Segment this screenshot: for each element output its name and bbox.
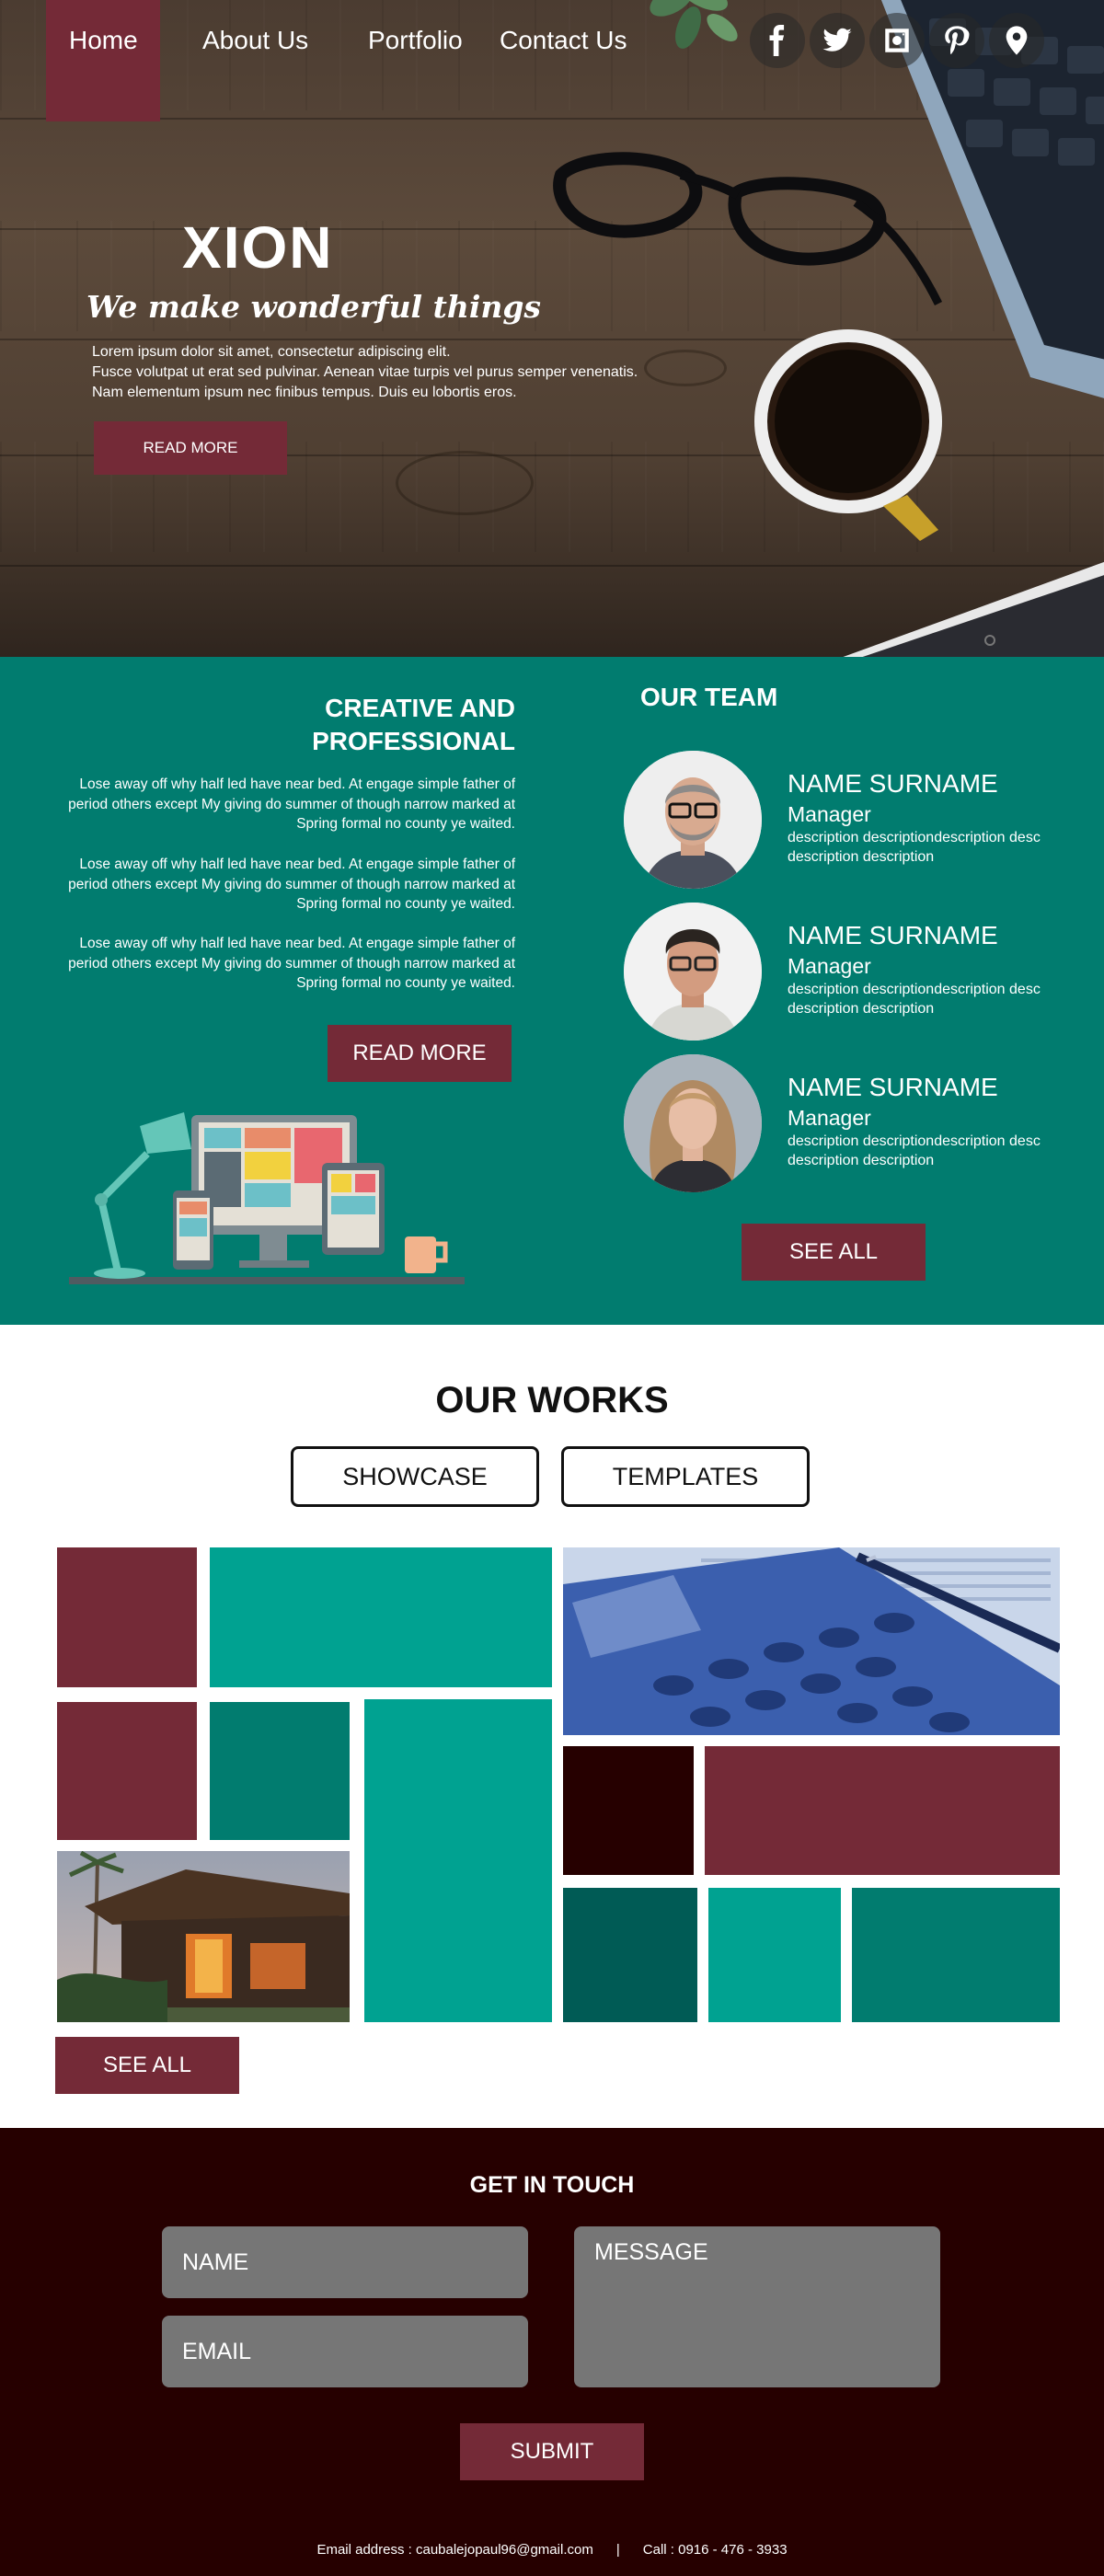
contact-separator: | (615, 2542, 620, 2558)
work-tile-resort-image[interactable] (57, 1851, 350, 2022)
work-tile[interactable] (563, 1888, 697, 2022)
email-link[interactable]: Email address : caubalejopaul96@gmail.co… (316, 2542, 592, 2558)
work-tile[interactable] (852, 1888, 1060, 2022)
hero-text-line: Nam elementum ipsum nec finibus tempus. … (92, 385, 517, 400)
work-tile[interactable] (705, 1746, 1060, 1875)
facebook-button[interactable] (750, 13, 805, 68)
contact-info: Email address : caubalejopaul96@gmail.co… (0, 2542, 1104, 2558)
message-field[interactable] (574, 2226, 940, 2387)
team-see-all-button[interactable]: SEE ALL (742, 1224, 926, 1281)
works-see-all-button[interactable]: SEE ALL (55, 2037, 239, 2094)
member-description: description descriptiondescription desc … (788, 1133, 1041, 1168)
tablet-image (843, 561, 1104, 657)
instagram-icon (885, 29, 909, 52)
person-photo (624, 1054, 762, 1192)
phone-link[interactable]: Call : 0916 - 476 - 3933 (643, 2542, 788, 2558)
name-field[interactable] (162, 2226, 528, 2298)
about-paragraph: Lose away off why half led have near bed… (68, 776, 515, 832)
work-tile[interactable] (210, 1547, 552, 1687)
person-photo (624, 903, 762, 1041)
work-tile[interactable] (57, 1702, 197, 1840)
about-paragraph: Lose away off why half led have near bed… (68, 936, 515, 991)
avatar (624, 1054, 762, 1192)
hero-text-line: Lorem ipsum dolor sit amet, consectetur … (92, 344, 451, 360)
work-tile[interactable] (708, 1888, 841, 2022)
team-title: OUR TEAM (640, 683, 778, 711)
member-name: NAME SURNAME (788, 921, 998, 949)
hero-section: Home About Us Portfolio Contact Us XION … (0, 0, 1104, 657)
resort-photo (57, 1851, 350, 2022)
hero-text-line: Fusce volutpat ut erat sed pulvinar. Aen… (92, 364, 638, 380)
member-role: Manager (788, 954, 871, 978)
wood-knot (396, 451, 534, 515)
person-photo (624, 751, 762, 889)
team-member-card: NAME SURNAME Manager description descrip… (624, 903, 1102, 1041)
facebook-icon (769, 25, 785, 56)
submit-button[interactable]: SUBMIT (460, 2423, 644, 2480)
contact-section: GET IN TOUCH SUBMIT Email address : caub… (0, 2128, 1104, 2576)
work-tile[interactable] (364, 1699, 552, 2022)
nav-home[interactable]: Home (69, 26, 138, 55)
instagram-button[interactable] (869, 13, 925, 68)
member-role: Manager (788, 1106, 871, 1130)
member-role: Manager (788, 802, 871, 826)
contact-title: GET IN TOUCH (469, 2172, 635, 2198)
nav-home-active-bg (46, 0, 160, 121)
about-read-more-button[interactable]: READ MORE (328, 1025, 512, 1082)
about-team-section: CREATIVE AND PROFESSIONAL Lose away off … (0, 657, 1104, 1325)
member-name: NAME SURNAME (788, 1073, 998, 1101)
filter-showcase-button[interactable]: SHOWCASE (291, 1446, 539, 1507)
filter-templates-button[interactable]: TEMPLATES (561, 1446, 810, 1507)
work-tile[interactable] (563, 1746, 694, 1875)
nav-portfolio[interactable]: Portfolio (368, 26, 463, 55)
team-member-card: NAME SURNAME Manager description descrip… (624, 1054, 1102, 1192)
hero-title: XION (182, 214, 334, 281)
team-member-card: NAME SURNAME Manager description descrip… (624, 751, 1102, 889)
about-paragraph: Lose away off why half led have near bed… (68, 857, 515, 912)
email-field[interactable] (162, 2316, 528, 2387)
location-button[interactable] (989, 13, 1044, 68)
member-description: description descriptiondescription desc … (788, 982, 1041, 1017)
hero-tagline: We make wonderful things (86, 289, 542, 325)
about-title-line: PROFESSIONAL (312, 727, 515, 755)
plant-image (650, 0, 738, 49)
work-tile-calculator-image[interactable] (563, 1547, 1060, 1735)
nav-contact[interactable]: Contact Us (500, 26, 627, 55)
map-pin-icon (1006, 26, 1028, 55)
hero-read-more-button[interactable]: READ MORE (94, 421, 287, 475)
calculator-photo (563, 1547, 1060, 1735)
twitter-button[interactable] (810, 13, 865, 68)
member-name: NAME SURNAME (788, 769, 998, 798)
avatar (624, 903, 762, 1041)
nav-about[interactable]: About Us (202, 26, 308, 55)
pinterest-button[interactable] (929, 13, 984, 68)
hero-text: Lorem ipsum dolor sit amet, consectetur … (92, 342, 690, 403)
avatar (624, 751, 762, 889)
member-description: description descriptiondescription desc … (788, 830, 1041, 865)
about-title-line: CREATIVE AND (325, 694, 515, 722)
work-tile[interactable] (57, 1547, 197, 1687)
workspace-illustration (69, 1112, 465, 1284)
about-title: CREATIVE AND PROFESSIONAL (312, 692, 515, 758)
works-title: OUR WORKS (435, 1380, 669, 1420)
pinterest-icon (945, 26, 970, 54)
work-tile[interactable] (210, 1702, 350, 1840)
twitter-icon (822, 28, 852, 52)
